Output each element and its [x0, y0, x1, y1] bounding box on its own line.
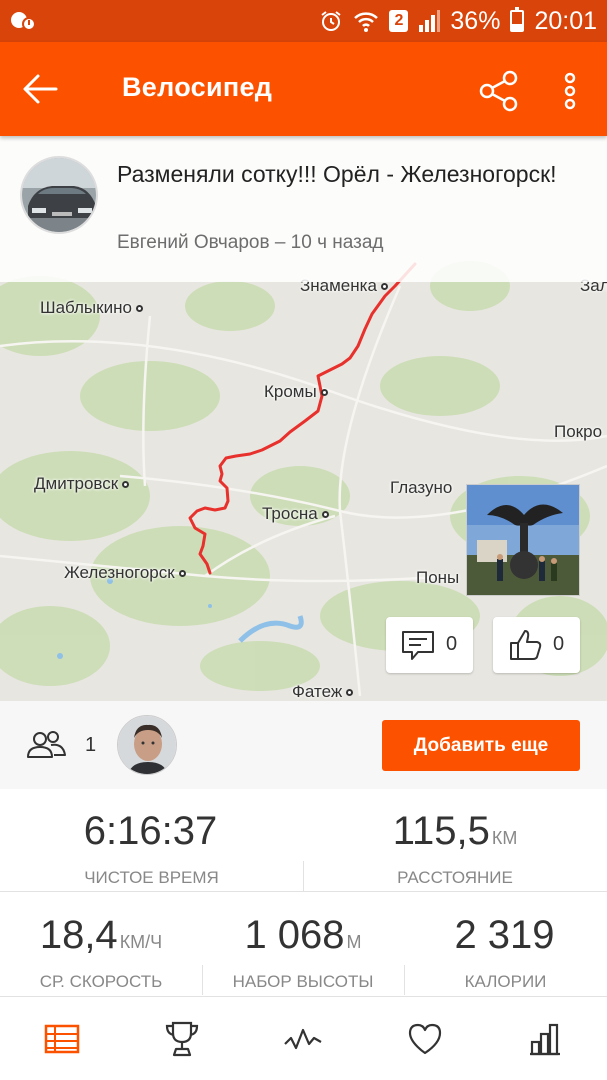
stat-moving-time: 6:16:37 ЧИСТОЕ ВРЕМЯ: [0, 807, 303, 888]
sim-badge: 2: [389, 10, 409, 32]
stat-unit: КМ/Ч: [119, 932, 163, 952]
nav-challenges[interactable]: [162, 1019, 202, 1059]
group-icon: [27, 731, 66, 758]
place-label: Покро: [554, 422, 603, 441]
share-icon[interactable]: [474, 66, 524, 116]
stat-value: 1 068: [244, 913, 345, 957]
stat-elevation: 1 068 М НАБОР ВЫСОТЫ: [202, 911, 404, 992]
stat-label: РАССТОЯНИЕ: [397, 868, 513, 887]
stat-label: СР. СКОРОСТЬ: [39, 972, 163, 991]
place-label: Фатеж: [292, 682, 354, 701]
app-bar: Велосипед: [0, 42, 607, 136]
signal-icon: [419, 10, 441, 32]
activity-subtitle: Евгений Овчаров – 10 ч назад: [117, 232, 384, 253]
place-label: Тросна: [262, 504, 329, 524]
stat-unit: КМ: [491, 828, 518, 848]
activity-photo[interactable]: [466, 484, 580, 596]
activity-header: Разменяли сотку!!! Орёл - Железногорск! …: [0, 136, 607, 282]
athlete-avatar[interactable]: [117, 715, 177, 775]
stat-label: НАБОР ВЫСОТЫ: [232, 972, 374, 991]
stats-bars-icon: [530, 1023, 560, 1056]
nav-record[interactable]: [283, 1019, 323, 1059]
battery-percent: 36%: [450, 6, 501, 35]
place-label: Кромы: [264, 382, 328, 402]
wifi-icon: [354, 12, 379, 32]
place-label: Поны: [416, 568, 460, 587]
stat-label: КАЛОРИИ: [464, 972, 547, 991]
bottom-nav: [0, 996, 607, 1080]
activity-pulse-icon: [284, 1028, 322, 1050]
nav-feed[interactable]: [42, 1019, 82, 1059]
car-photo-icon: [22, 158, 96, 232]
comments-button[interactable]: 0: [386, 617, 473, 673]
clock: 20:01: [534, 6, 597, 35]
athletes-count: 1: [85, 734, 97, 756]
comments-count: 0: [446, 633, 458, 655]
place-label: Дмитровск: [34, 474, 130, 494]
divider: [0, 891, 607, 892]
athletes-row: 1 Добавить еще: [0, 701, 607, 789]
place-label: Шаблыкино: [40, 298, 143, 318]
status-bar: 2 36% 20:01: [0, 0, 607, 42]
place-label: Железногорск: [64, 563, 186, 583]
stat-label: ЧИСТОЕ ВРЕМЯ: [84, 868, 219, 887]
athlete-avatar[interactable]: [20, 156, 98, 234]
comment-icon: [402, 631, 434, 660]
eagle-monument-photo-icon: [467, 485, 579, 595]
notification-icon: [11, 12, 36, 31]
page-title: Велосипед: [122, 72, 273, 102]
nav-suggested[interactable]: [405, 1019, 445, 1059]
battery-icon: [510, 7, 525, 32]
nav-profile-stats[interactable]: [525, 1019, 565, 1059]
alarm-icon: [321, 11, 342, 31]
stat-value: 2 319: [454, 913, 555, 957]
kudos-button[interactable]: 0: [493, 617, 580, 673]
heart-icon: [408, 1023, 442, 1055]
more-vert-icon[interactable]: [552, 66, 588, 116]
trophy-icon: [165, 1021, 199, 1057]
place-label: Глазуно: [390, 478, 453, 497]
add-athletes-button[interactable]: Добавить еще: [382, 720, 580, 771]
thumbs-up-icon: [510, 630, 542, 660]
kudos-count: 0: [553, 633, 565, 655]
stat-distance: 115,5 КМ РАССТОЯНИЕ: [303, 807, 607, 888]
feed-icon: [44, 1024, 80, 1054]
athlete-photo-icon: [118, 716, 176, 774]
activity-title: Разменяли сотку!!! Орёл - Железногорск!: [117, 161, 557, 187]
stat-calories: 2 319 КАЛОРИИ: [404, 911, 607, 992]
stat-value: 115,5: [392, 809, 490, 853]
back-arrow-icon[interactable]: [16, 64, 66, 114]
activity-stats: 6:16:37 ЧИСТОЕ ВРЕМЯ 115,5 КМ РАССТОЯНИЕ …: [0, 789, 607, 996]
stat-avg-speed: 18,4 КМ/Ч СР. СКОРОСТЬ: [0, 911, 202, 992]
stat-value: 6:16:37: [83, 809, 218, 853]
stat-unit: М: [346, 932, 362, 952]
stat-value: 18,4: [39, 913, 118, 957]
